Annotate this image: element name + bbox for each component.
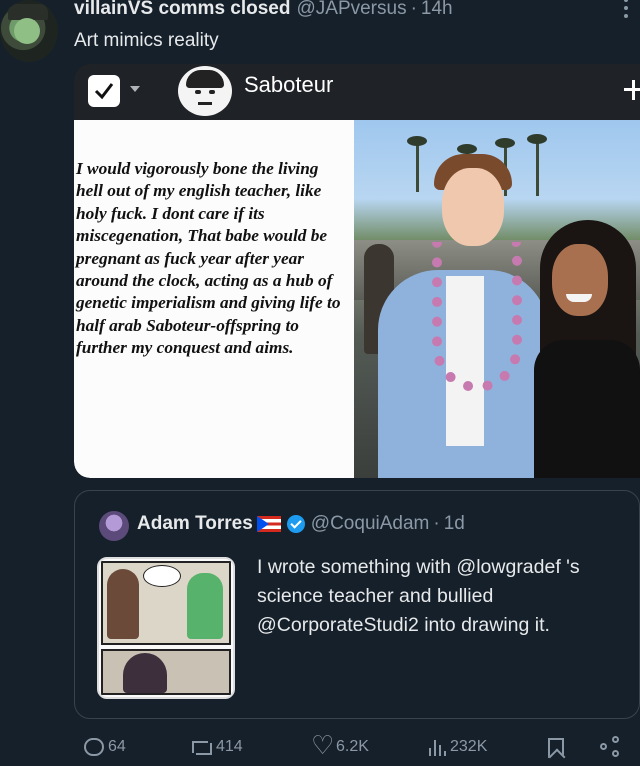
views-icon <box>428 738 446 756</box>
like-count: 6.2K <box>336 738 369 755</box>
media-topbar: Saboteur <box>74 64 640 120</box>
checkbox-icon <box>88 75 120 107</box>
saboteur-avatar <box>178 66 232 116</box>
quoted-author-name[interactable]: Adam Torres <box>137 513 253 535</box>
verified-icon <box>286 515 305 533</box>
more-icon[interactable] <box>624 0 630 18</box>
author-name[interactable]: villainVS comms closed <box>74 0 290 20</box>
action-bar: 64 414 6.2K 232K <box>0 731 640 764</box>
reply-count: 64 <box>108 738 126 755</box>
plus-icon <box>624 78 640 102</box>
quote-text-panel: I would vigorously bone the living hell … <box>74 120 354 478</box>
reply-button[interactable]: 64 <box>84 738 126 756</box>
views-count: 232K <box>450 738 488 755</box>
quoted-tweet[interactable]: Adam Torres @CoquiAdam · 1d I wrote some… <box>74 490 640 719</box>
tweet-time[interactable]: 14h <box>421 0 453 20</box>
tweet-text: Art mimics reality <box>74 30 219 51</box>
retweet-count: 414 <box>216 738 243 755</box>
saboteur-name: Saboteur <box>244 72 334 97</box>
avatar-face <box>14 18 40 44</box>
comic-thumbnail[interactable] <box>97 557 235 699</box>
graduation-photo <box>354 120 640 478</box>
quote-text: I would vigorously bone the living hell … <box>76 159 341 358</box>
quoted-tweet-header: Adam Torres @CoquiAdam · 1d <box>137 513 465 535</box>
tweet-media-image[interactable]: Saboteur I would vigorously bone the liv… <box>74 64 640 478</box>
like-button[interactable]: 6.2K <box>311 731 369 761</box>
author-avatar[interactable] <box>0 0 58 62</box>
reply-icon <box>84 738 104 756</box>
flag-pr-icon <box>256 516 281 532</box>
bookmark-icon[interactable] <box>548 738 564 758</box>
tweet-header: villainVS comms closed @JAPversus · 14h <box>74 0 453 20</box>
share-icon[interactable] <box>600 736 622 758</box>
views-button[interactable]: 232K <box>428 738 487 756</box>
quoted-author-avatar[interactable] <box>99 511 129 541</box>
separator-dot: · <box>410 0 417 19</box>
heart-icon <box>311 731 334 761</box>
retweet-button[interactable]: 414 <box>190 738 243 756</box>
quoted-author-handle[interactable]: @CoquiAdam <box>311 513 430 535</box>
retweet-icon <box>190 739 212 755</box>
separator-dot: · <box>433 513 440 534</box>
quoted-tweet-text: I wrote something with @lowgradef 's sci… <box>257 556 580 636</box>
author-handle[interactable]: @JAPversus <box>296 0 406 20</box>
chevron-down-icon <box>130 86 140 92</box>
quoted-tweet-time[interactable]: 1d <box>444 513 465 535</box>
